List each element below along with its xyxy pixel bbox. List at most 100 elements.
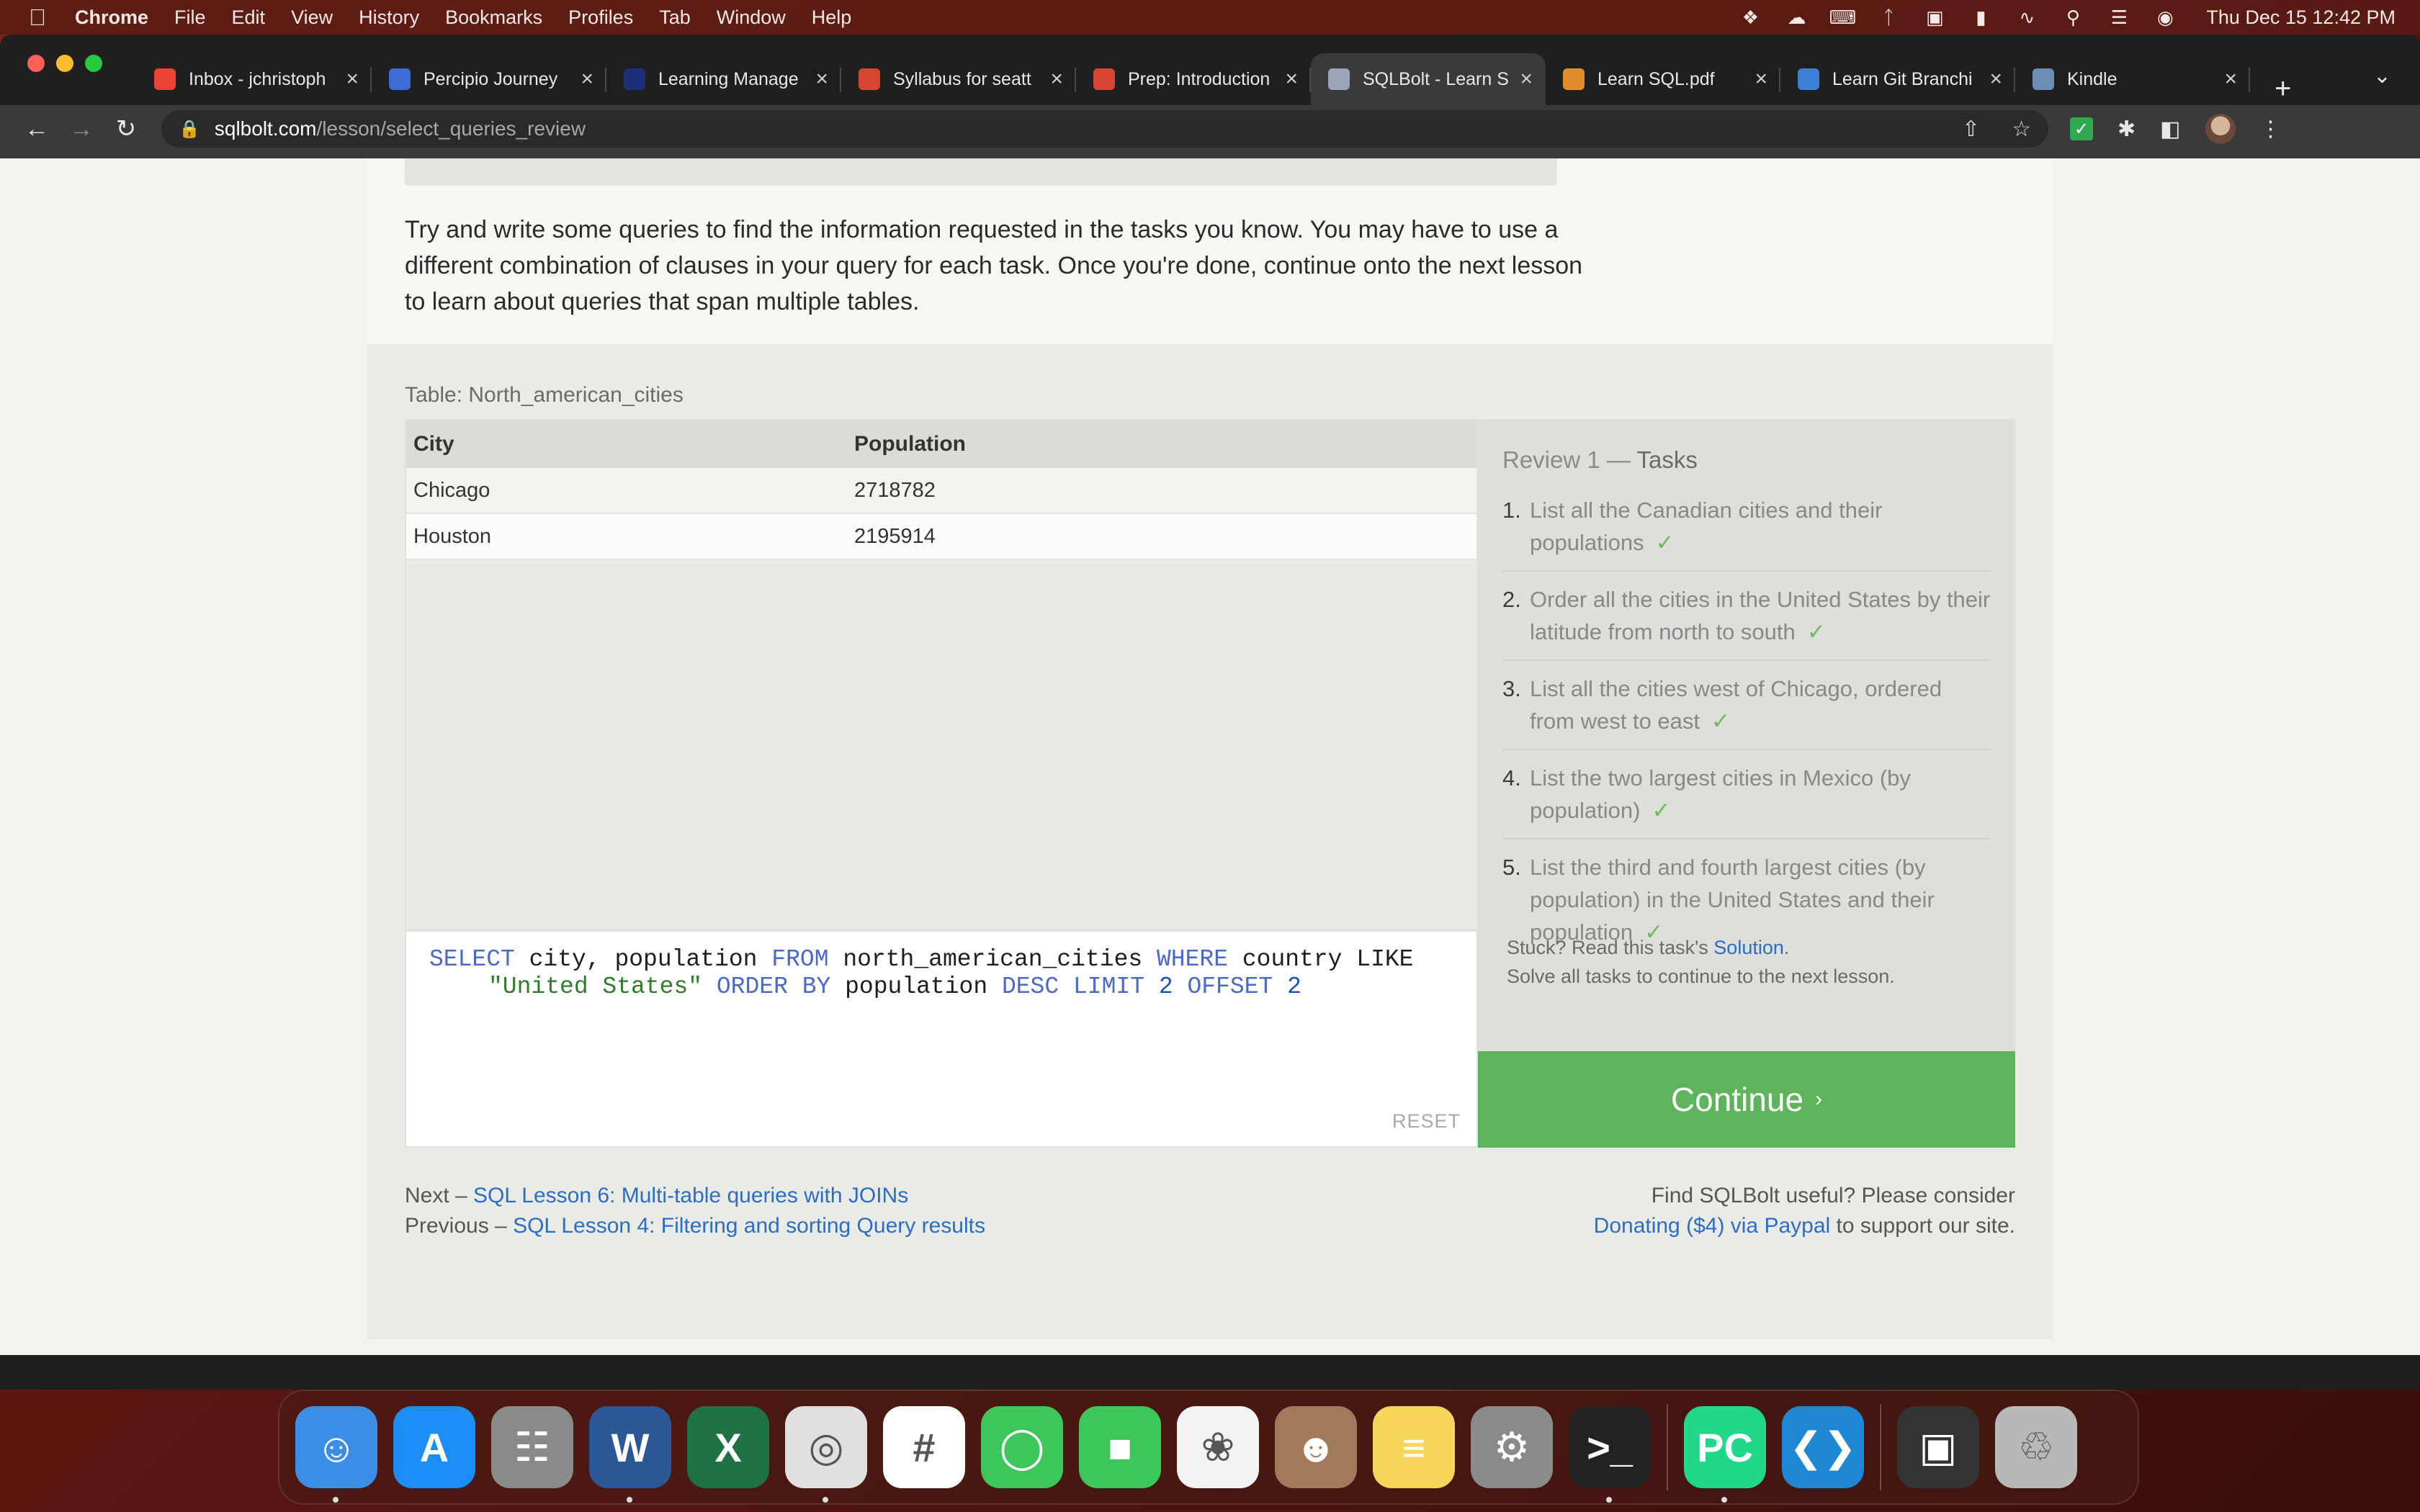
menu-edit[interactable]: Edit: [219, 6, 279, 29]
close-tab-icon[interactable]: ×: [1754, 67, 1767, 91]
keyboard-icon[interactable]: ⌨: [1829, 6, 1857, 28]
lock-icon[interactable]: 🔒: [179, 119, 200, 140]
menu-clock[interactable]: Thu Dec 15 12:42 PM: [2206, 6, 2396, 29]
display-icon[interactable]: ▣: [1922, 6, 1947, 28]
extension-check-icon[interactable]: ✓: [2070, 117, 2093, 140]
menu-view[interactable]: View: [278, 6, 346, 29]
task-text: List all the Canadian cities and their p…: [1530, 498, 1883, 555]
close-tab-icon[interactable]: ×: [1520, 67, 1533, 91]
browser-tab[interactable]: Learn Git Branchi ×: [1780, 53, 2015, 105]
running-indicator: [627, 1497, 632, 1503]
donate-text: Find SQLBolt useful? Please consider: [1651, 1184, 2015, 1207]
canvas-icon: [859, 68, 880, 90]
menu-window[interactable]: Window: [704, 6, 799, 29]
bluetooth-icon[interactable]: ᛏ: [1876, 6, 1901, 28]
sql-editor[interactable]: SELECT city, population FROM north_ameri…: [405, 930, 1478, 1148]
word-icon[interactable]: W: [589, 1406, 671, 1503]
extensions-puzzle-icon[interactable]: ✱: [2118, 117, 2136, 142]
menu-history[interactable]: History: [346, 6, 432, 29]
new-tab-button[interactable]: +: [2275, 73, 2291, 105]
close-tab-icon[interactable]: ×: [1050, 67, 1063, 91]
cloud-icon[interactable]: ☁: [1784, 6, 1809, 28]
apple-menu-icon[interactable]: : [0, 4, 75, 31]
next-prefix: Next –: [405, 1184, 474, 1207]
spotlight-icon[interactable]: ⚲: [2061, 6, 2085, 28]
browser-tab[interactable]: Learn SQL.pdf ×: [1546, 53, 1780, 105]
pycharm-icon[interactable]: PC: [1684, 1406, 1766, 1503]
task-number: 3.: [1502, 676, 1521, 701]
browser-tab[interactable]: Learning Manage ×: [606, 53, 841, 105]
messages-icon[interactable]: ◯: [981, 1406, 1063, 1488]
browser-tab[interactable]: Kindle ×: [2015, 53, 2250, 105]
close-window-button[interactable]: [27, 55, 45, 72]
solution-link[interactable]: Solution: [1713, 937, 1784, 958]
slack-icon[interactable]: #: [883, 1406, 965, 1488]
close-tab-icon[interactable]: ×: [2224, 67, 2237, 91]
close-tab-icon[interactable]: ×: [815, 67, 828, 91]
bookmark-star-icon[interactable]: ☆: [2012, 117, 2031, 142]
photos-icon[interactable]: ❀: [1177, 1406, 1259, 1488]
system-settings-icon[interactable]: ⚙: [1471, 1406, 1553, 1488]
column-header-population: Population: [854, 432, 966, 456]
share-icon[interactable]: ⇧: [1962, 117, 1980, 142]
browser-tab[interactable]: Percipio Journey ×: [372, 53, 606, 105]
menu-bookmarks[interactable]: Bookmarks: [432, 6, 555, 29]
chrome-menu-icon[interactable]: ⋮: [2260, 117, 2282, 142]
continue-label: Continue: [1670, 1081, 1804, 1118]
reset-button[interactable]: RESET: [1392, 1107, 1461, 1135]
siri-icon[interactable]: ◉: [2153, 6, 2177, 28]
control-center-icon[interactable]: ☰: [2107, 6, 2131, 28]
app-store-icon[interactable]: A: [393, 1406, 475, 1488]
finder-icon[interactable]: ☺: [295, 1406, 377, 1503]
table-cell: 2195914: [854, 524, 936, 548]
address-bar[interactable]: 🔒 sqlbolt.com/lesson/select_queries_revi…: [161, 110, 2048, 148]
gmail-icon: [154, 68, 176, 90]
recent-pycharm-icon[interactable]: ▣: [1897, 1406, 1979, 1488]
reload-button[interactable]: ↻: [104, 114, 148, 143]
contacts-icon[interactable]: ☻: [1275, 1406, 1357, 1488]
menu-file[interactable]: File: [161, 6, 219, 29]
close-tab-icon[interactable]: ×: [581, 67, 593, 91]
menu-bar:  Chrome File Edit View History Bookmark…: [0, 0, 2420, 35]
continue-button[interactable]: Continue ›: [1478, 1051, 2015, 1148]
dock-glyph: ◎: [808, 1424, 844, 1470]
profile-avatar[interactable]: [2205, 114, 2236, 144]
dropbox-icon[interactable]: ❖: [1738, 6, 1762, 28]
forward-button[interactable]: →: [59, 115, 104, 143]
close-tab-icon[interactable]: ×: [1989, 67, 2002, 91]
fullscreen-window-button[interactable]: [85, 55, 102, 72]
next-lesson-link[interactable]: SQL Lesson 6: Multi-table queries with J…: [473, 1184, 908, 1207]
battery-icon[interactable]: ▮: [1968, 6, 1993, 28]
previous-lesson-link[interactable]: SQL Lesson 4: Filtering and sorting Quer…: [513, 1214, 985, 1238]
browser-tab[interactable]: Inbox - jchristoph ×: [137, 53, 372, 105]
menu-help[interactable]: Help: [799, 6, 865, 29]
checkmark-icon: ✓: [1655, 530, 1675, 555]
browser-tab[interactable]: Prep: Introduction ×: [1076, 53, 1311, 105]
app-menu[interactable]: Chrome: [75, 6, 161, 29]
side-panel-icon[interactable]: ◧: [2160, 117, 2180, 142]
hint-box: [405, 158, 1557, 186]
back-button[interactable]: ←: [14, 115, 59, 143]
checkmark-icon: ✓: [1652, 798, 1671, 823]
chrome-icon[interactable]: ◎: [785, 1406, 867, 1503]
launchpad-icon[interactable]: ☷: [491, 1406, 573, 1488]
menu-tab[interactable]: Tab: [646, 6, 704, 29]
trash-icon[interactable]: ♲: [1995, 1406, 2077, 1488]
facetime-icon[interactable]: ■: [1079, 1406, 1161, 1488]
wifi-icon[interactable]: ∿: [2015, 6, 2039, 28]
table-cell: Chicago: [413, 478, 490, 502]
close-tab-icon[interactable]: ×: [1285, 67, 1298, 91]
close-tab-icon[interactable]: ×: [346, 67, 359, 91]
tab-search-chevron-icon[interactable]: ⌄: [2373, 63, 2391, 89]
sql-keyword: FROM: [771, 946, 829, 973]
terminal-icon[interactable]: >_: [1569, 1406, 1651, 1503]
minimize-window-button[interactable]: [56, 55, 73, 72]
browser-tab[interactable]: Syllabus for seatt ×: [841, 53, 1076, 105]
notes-icon[interactable]: ≡: [1373, 1406, 1455, 1488]
browser-tab[interactable]: SQLBolt - Learn S ×: [1311, 53, 1546, 105]
vscode-icon[interactable]: ❮❯: [1782, 1406, 1864, 1488]
donate-link[interactable]: Donating ($4) via Paypal: [1594, 1214, 1831, 1238]
excel-icon[interactable]: X: [687, 1406, 769, 1488]
menu-profiles[interactable]: Profiles: [555, 6, 646, 29]
sql-line-2: "United States" ORDER BY population DESC…: [429, 973, 1453, 1001]
